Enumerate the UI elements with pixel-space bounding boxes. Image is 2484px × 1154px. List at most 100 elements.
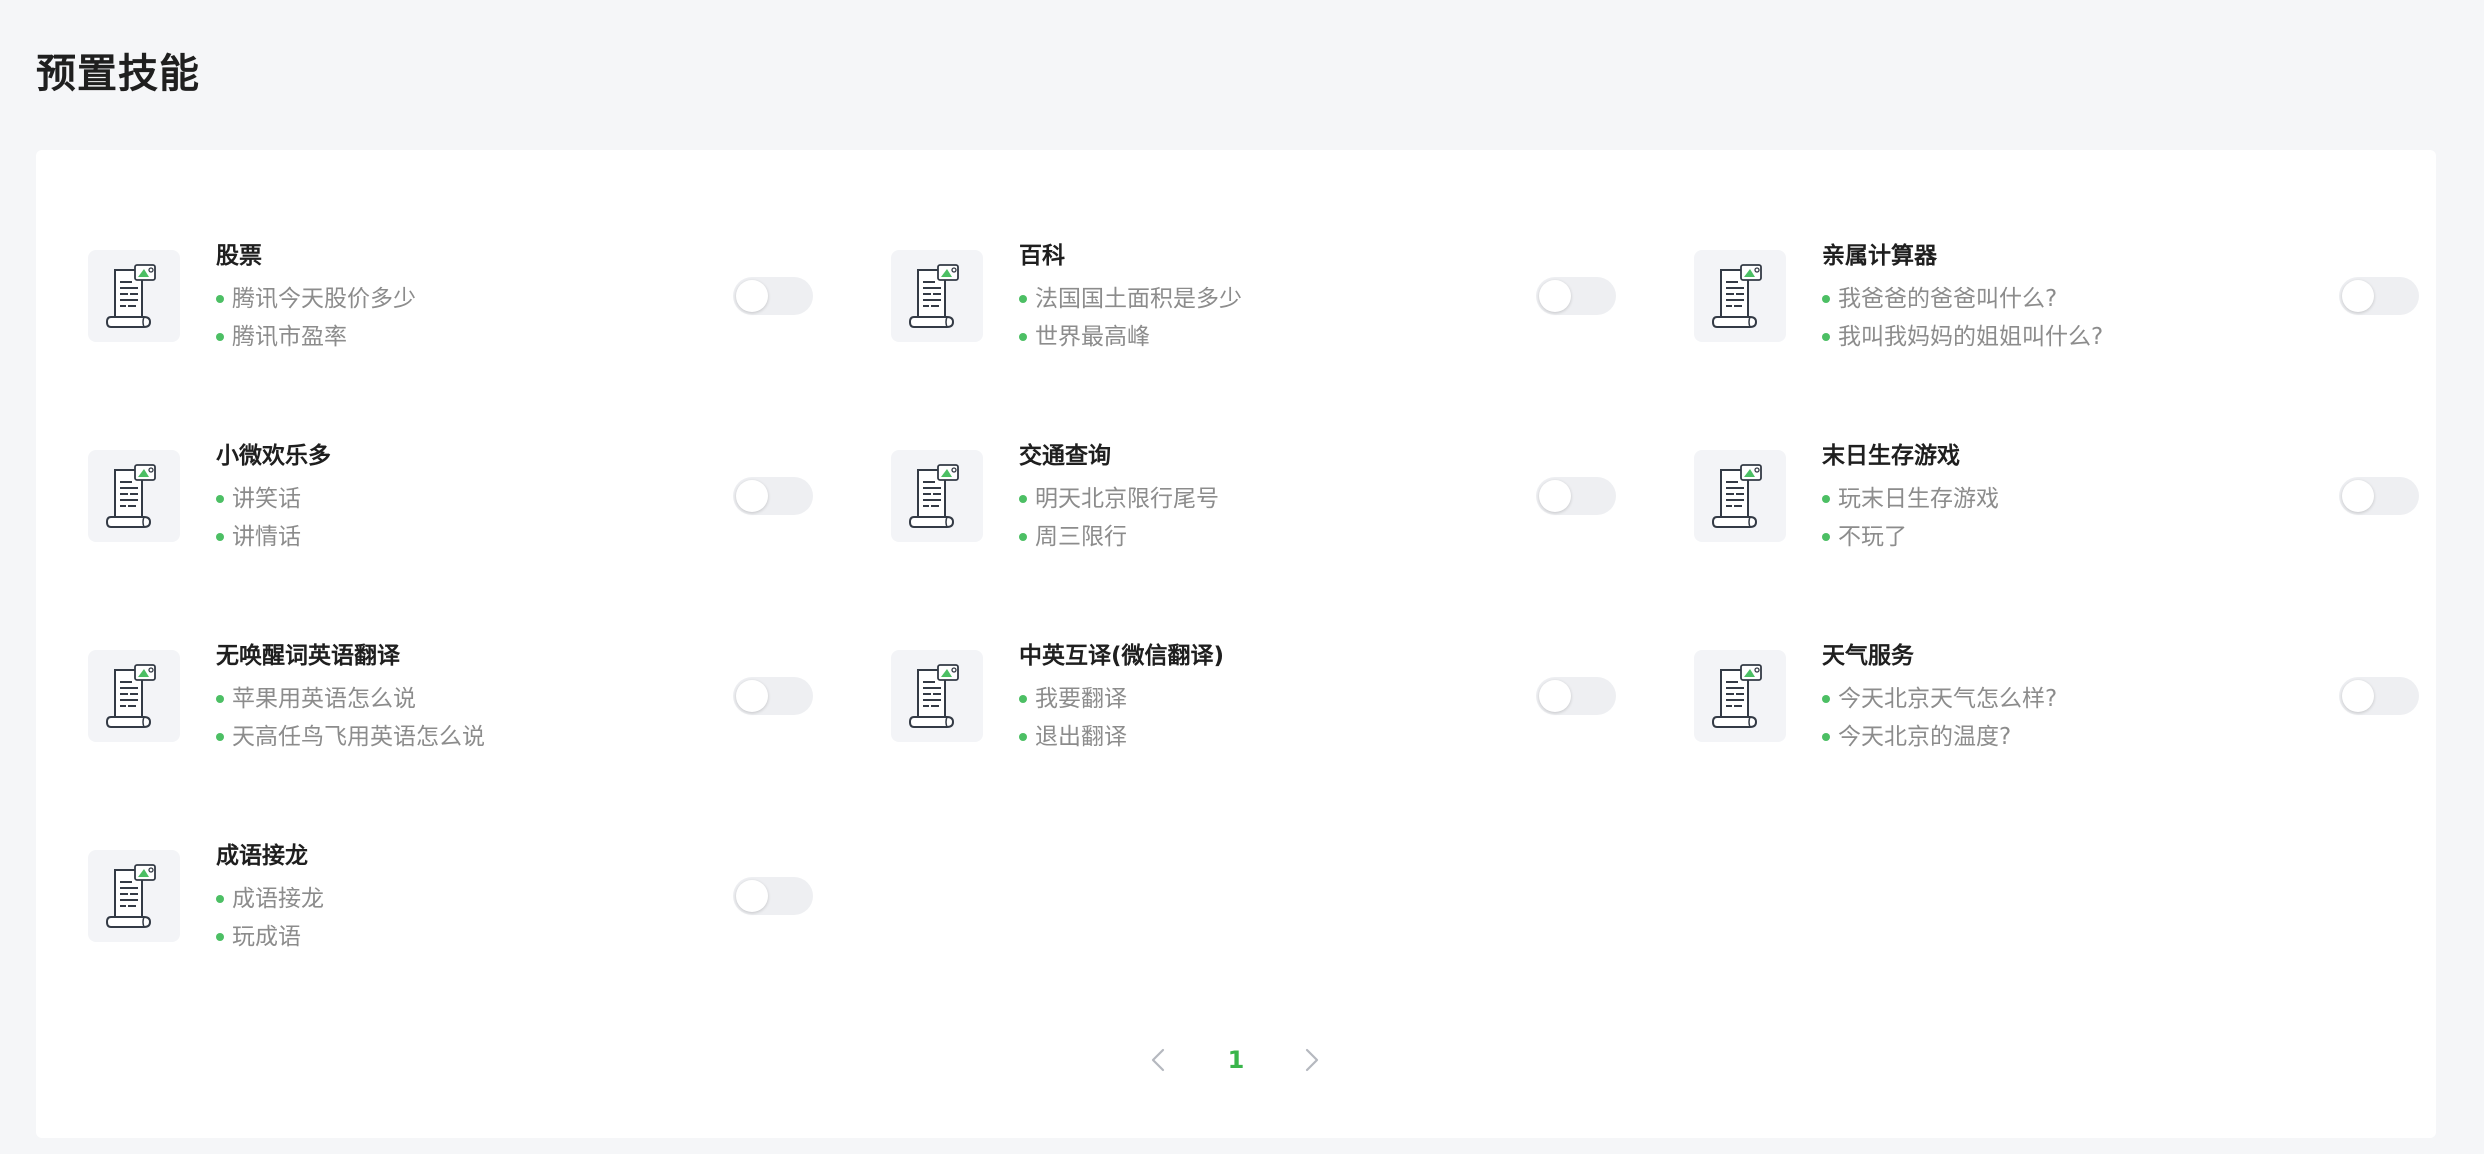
- skill-example: 讲笑话: [216, 480, 331, 518]
- skill-icon-box: [88, 650, 180, 742]
- skill-icon-box: [1694, 250, 1786, 342]
- skill-example: 腾讯市盈率: [216, 318, 416, 356]
- prev-page-button[interactable]: [1138, 1030, 1178, 1090]
- skill-icon-box: [1694, 650, 1786, 742]
- toggle-knob: [2342, 280, 2374, 312]
- skill-name: 亲属计算器: [1822, 243, 1937, 269]
- skill-example: 玩末日生存游戏: [1822, 480, 1999, 518]
- skill-example: 玩成语: [216, 918, 324, 956]
- skill-example: 今天北京天气怎么样?: [1822, 680, 2057, 718]
- skill-name: 无唤醒词英语翻译: [216, 643, 400, 669]
- toggle-knob: [1539, 680, 1571, 712]
- skill-icon-box: [88, 450, 180, 542]
- skill-example: 我叫我妈妈的姐姐叫什么?: [1822, 318, 2103, 356]
- toggle-knob: [736, 280, 768, 312]
- skill-toggle[interactable]: [1536, 277, 1616, 315]
- bullet-dot-icon: [216, 333, 224, 341]
- skill-toggle[interactable]: [2339, 277, 2419, 315]
- bullet-dot-icon: [1822, 533, 1830, 541]
- page-title: 预置技能: [36, 51, 200, 97]
- skill-toggle[interactable]: [2339, 477, 2419, 515]
- skill-example: 成语接龙: [216, 880, 324, 918]
- skill-examples: 明天北京限行尾号 周三限行: [1019, 480, 1219, 556]
- skill-example-text: 天高任鸟飞用英语怎么说: [232, 724, 485, 750]
- toggle-knob: [736, 480, 768, 512]
- skill-example-text: 我叫我妈妈的姐姐叫什么?: [1838, 324, 2104, 350]
- skill-example-text: 世界最高峰: [1035, 324, 1150, 350]
- skill-example: 苹果用英语怎么说: [216, 680, 485, 718]
- scroll-document-icon: [105, 264, 156, 328]
- skill-example-text: 讲情话: [232, 524, 301, 550]
- skill-info: 无唤醒词英语翻译 苹果用英语怎么说 天高任鸟飞用英语怎么说: [216, 638, 485, 756]
- skill-example: 明天北京限行尾号: [1019, 480, 1219, 518]
- skill-toggle[interactable]: [733, 277, 813, 315]
- skill-icon-box: [891, 450, 983, 542]
- bullet-dot-icon: [1019, 333, 1027, 341]
- bullet-dot-icon: [1019, 695, 1027, 703]
- skill-card-3: 亲属计算器 我爸爸的爸爸叫什么? 我叫我妈妈的姐姐叫什么?: [1694, 243, 2419, 450]
- pagination: 1: [36, 1030, 2436, 1090]
- scroll-document-icon: [908, 264, 959, 328]
- toggle-knob: [2342, 480, 2374, 512]
- scroll-document-icon: [908, 464, 959, 528]
- skill-examples: 今天北京天气怎么样? 今天北京的温度?: [1822, 680, 2057, 756]
- skill-example-text: 讲笑话: [232, 486, 301, 512]
- skill-toggle[interactable]: [1536, 477, 1616, 515]
- skill-example-text: 明天北京限行尾号: [1035, 486, 1219, 512]
- skill-example-text: 腾讯今天股价多少: [232, 286, 416, 312]
- skill-example: 周三限行: [1019, 518, 1219, 556]
- skill-card-6: 末日生存游戏 玩末日生存游戏 不玩了: [1694, 443, 2419, 650]
- skill-card-10: 成语接龙 成语接龙 玩成语: [88, 843, 891, 1050]
- skill-example: 不玩了: [1822, 518, 1999, 556]
- skill-example: 世界最高峰: [1019, 318, 1242, 356]
- skill-name: 成语接龙: [216, 843, 308, 869]
- page-number-current[interactable]: 1: [1216, 1030, 1256, 1090]
- skill-icon-box: [88, 250, 180, 342]
- skill-example-text: 退出翻译: [1035, 724, 1127, 750]
- bullet-dot-icon: [1822, 733, 1830, 741]
- skill-name: 交通查询: [1019, 443, 1111, 469]
- skill-toggle[interactable]: [733, 877, 813, 915]
- scroll-document-icon: [908, 664, 959, 728]
- skill-example-text: 玩成语: [232, 924, 301, 950]
- bullet-dot-icon: [1019, 495, 1027, 503]
- skill-card-5: 交通查询 明天北京限行尾号 周三限行: [891, 443, 1694, 650]
- skill-name: 股票: [216, 243, 262, 269]
- bullet-dot-icon: [216, 895, 224, 903]
- skill-examples: 我要翻译 退出翻译: [1019, 680, 1224, 756]
- bullet-dot-icon: [216, 933, 224, 941]
- scroll-document-icon: [1711, 264, 1762, 328]
- scroll-document-icon: [105, 864, 156, 928]
- bullet-dot-icon: [1822, 333, 1830, 341]
- skill-example-text: 玩末日生存游戏: [1838, 486, 1999, 512]
- toggle-knob: [1539, 480, 1571, 512]
- skill-toggle[interactable]: [733, 677, 813, 715]
- skill-toggle[interactable]: [733, 477, 813, 515]
- skill-toggle[interactable]: [2339, 677, 2419, 715]
- skill-icon-box: [891, 250, 983, 342]
- skill-name: 末日生存游戏: [1822, 443, 1960, 469]
- skill-examples: 苹果用英语怎么说 天高任鸟飞用英语怎么说: [216, 680, 485, 756]
- skill-card-4: 小微欢乐多 讲笑话 讲情话: [88, 443, 891, 650]
- skill-toggle[interactable]: [1536, 677, 1616, 715]
- bullet-dot-icon: [216, 295, 224, 303]
- bullet-dot-icon: [1019, 295, 1027, 303]
- skill-examples: 成语接龙 玩成语: [216, 880, 324, 956]
- skill-info: 天气服务 今天北京天气怎么样? 今天北京的温度?: [1822, 638, 2057, 756]
- bullet-dot-icon: [216, 495, 224, 503]
- skill-example-text: 苹果用英语怎么说: [232, 686, 416, 712]
- toggle-knob: [2342, 680, 2374, 712]
- skill-name: 中英互译(微信翻译): [1019, 643, 1225, 669]
- skills-panel: 股票 腾讯今天股价多少 腾讯市盈率 百科 法国国土面积是多少 世界最高峰 亲属计…: [36, 150, 2436, 1138]
- skill-example-text: 周三限行: [1035, 524, 1127, 550]
- next-page-button[interactable]: [1292, 1030, 1332, 1090]
- scroll-document-icon: [1711, 664, 1762, 728]
- skill-card-8: 中英互译(微信翻译) 我要翻译 退出翻译: [891, 643, 1694, 850]
- bullet-dot-icon: [216, 533, 224, 541]
- skill-example-text: 不玩了: [1838, 524, 1907, 550]
- skill-example-text: 成语接龙: [232, 886, 324, 912]
- skill-icon-box: [891, 650, 983, 742]
- skill-info: 百科 法国国土面积是多少 世界最高峰: [1019, 238, 1242, 356]
- skill-example: 我要翻译: [1019, 680, 1224, 718]
- bullet-dot-icon: [1019, 733, 1027, 741]
